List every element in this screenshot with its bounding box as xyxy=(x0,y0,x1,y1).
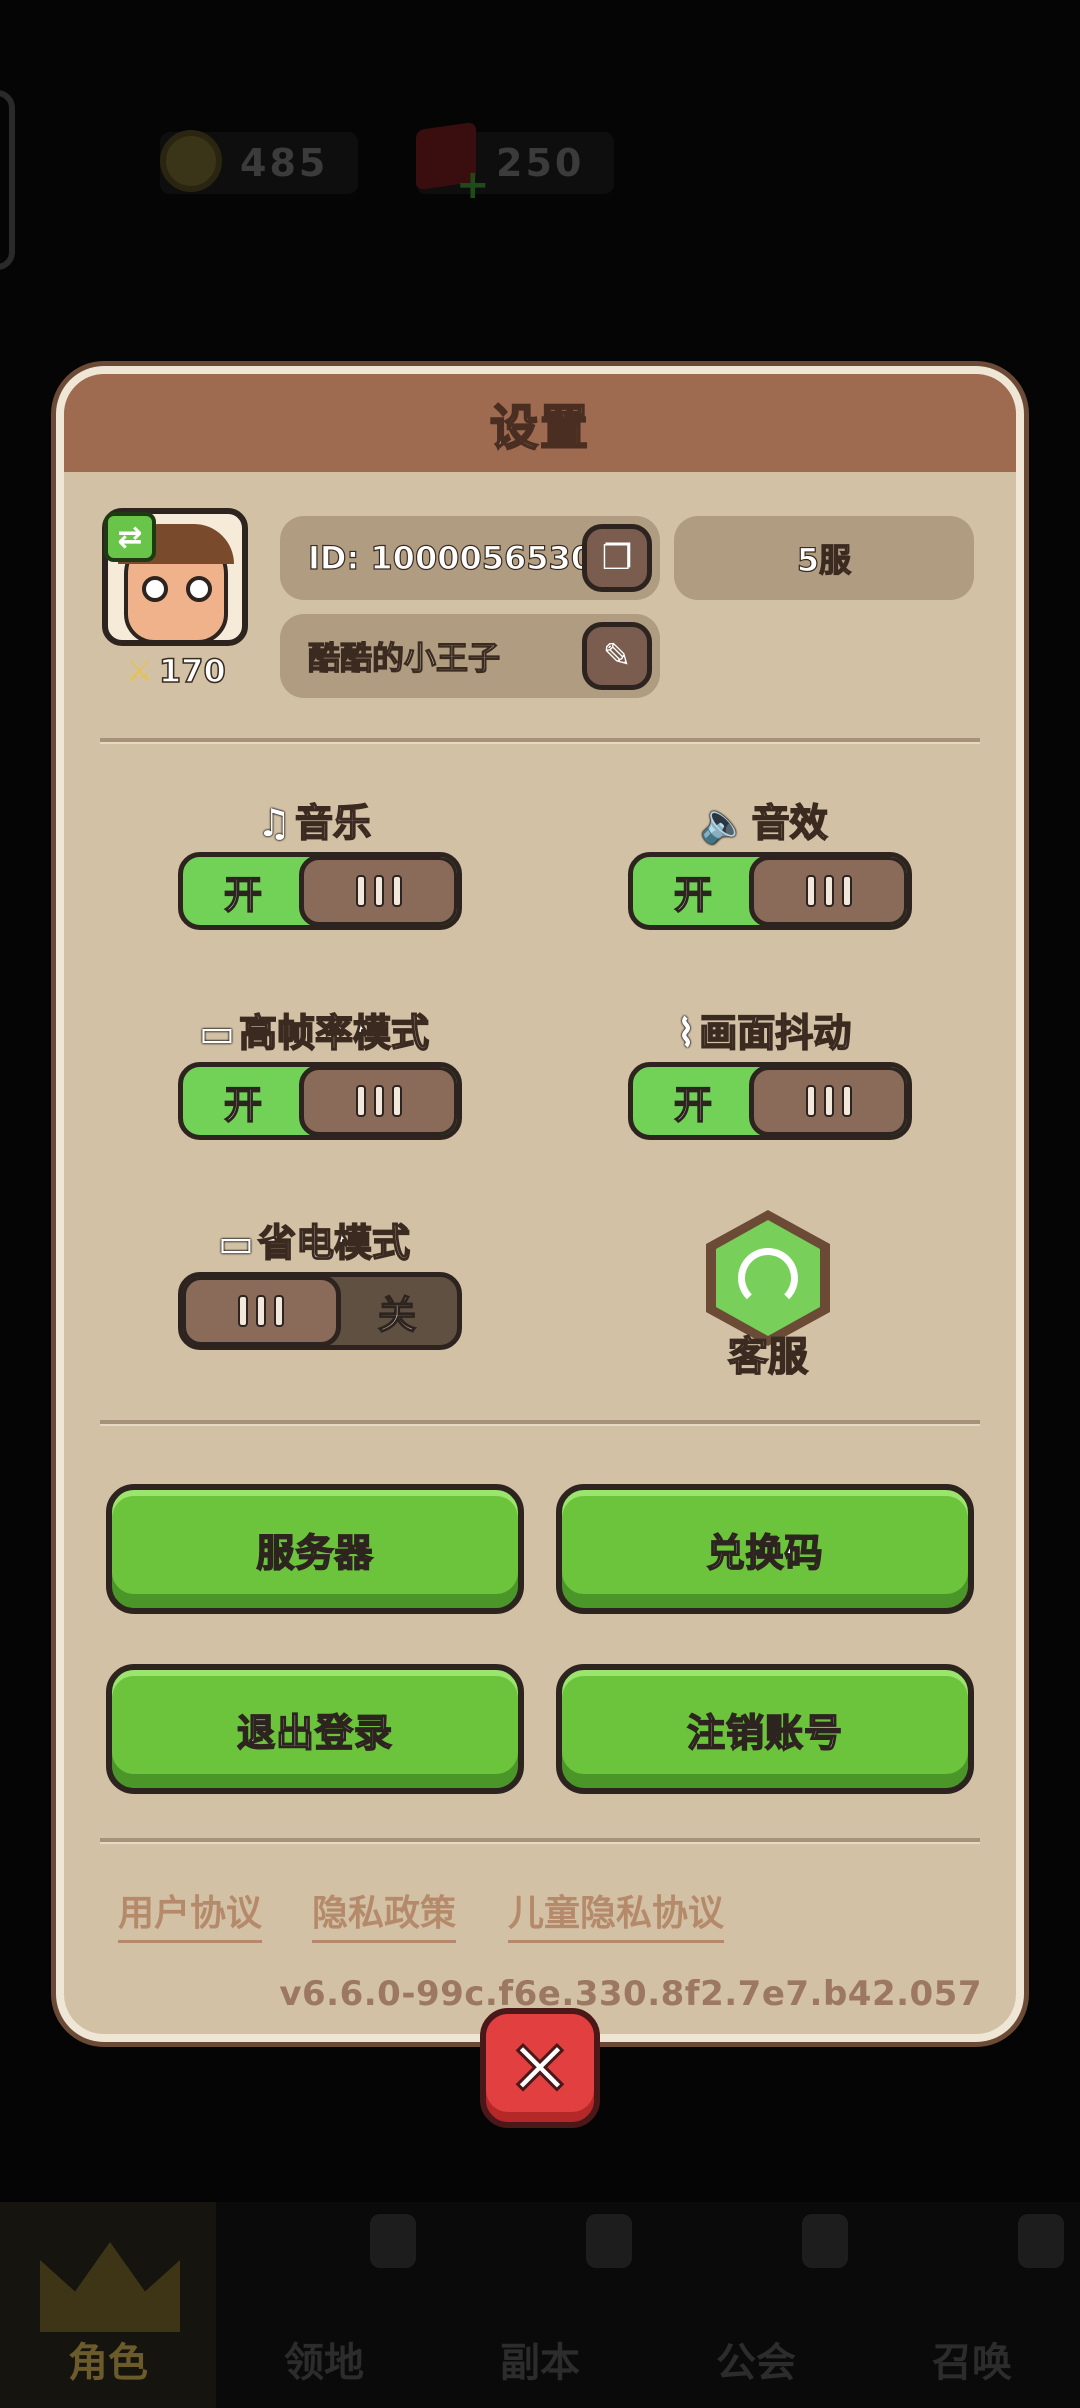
toggle-state: 开 xyxy=(673,1082,713,1128)
customer-service-label: 客服 xyxy=(727,1333,809,1381)
redeem-code-button[interactable]: 兑换码 xyxy=(556,1484,974,1614)
laptop-icon: ▭ xyxy=(199,1011,235,1055)
close-button[interactable]: ✕ xyxy=(480,2008,600,2128)
toggle-knob[interactable] xyxy=(299,857,457,925)
high-fps-toggle[interactable]: 开 xyxy=(178,1062,462,1140)
crossed-swords-icon: ⚔ xyxy=(126,653,153,689)
player-id: ID: 1000056530 xyxy=(307,538,594,577)
server-name: 5服 xyxy=(796,540,852,579)
divider xyxy=(100,1838,980,1844)
battery-icon: ▭ xyxy=(218,1221,254,1265)
toggle-knob[interactable] xyxy=(183,1277,341,1345)
tab-territory[interactable]: 领地 xyxy=(216,2202,432,2408)
divider xyxy=(100,1420,980,1426)
user-agreement-link[interactable]: 用户协议 xyxy=(118,1884,263,1943)
toggle-state: 开 xyxy=(223,872,263,918)
tab-dungeon[interactable]: 副本 xyxy=(432,2202,648,2408)
gem-counter[interactable]: + 250 xyxy=(416,121,615,208)
dialog-title: 设置 xyxy=(489,399,590,457)
side-panel-edge xyxy=(0,90,15,270)
crown-icon xyxy=(40,2242,180,2332)
tab-summon[interactable]: 召唤 xyxy=(864,2202,1080,2408)
server-button[interactable]: 服务器 xyxy=(106,1484,524,1614)
tab-label: 副本 xyxy=(500,2340,580,2386)
tab-character[interactable]: 角色 xyxy=(0,2202,216,2408)
sfx-label: 🔈 音效 xyxy=(700,800,828,846)
lock-icon xyxy=(802,2214,848,2268)
toggle-knob[interactable] xyxy=(749,1067,907,1135)
coin-counter: 485 xyxy=(160,130,359,196)
coin-icon xyxy=(160,130,222,192)
player-id-field: ID: 1000056530 ❐ xyxy=(280,516,660,600)
divider xyxy=(100,738,980,744)
add-gems-icon[interactable]: + xyxy=(456,162,490,208)
nickname: 酷酷的小王子 xyxy=(307,638,501,677)
toggle-state: 开 xyxy=(673,872,713,918)
vibrate-icon: ⌇ xyxy=(676,1011,696,1055)
lock-icon xyxy=(586,2214,632,2268)
swap-avatar-icon[interactable]: ⇄ xyxy=(104,512,156,562)
tab-label: 公会 xyxy=(716,2340,796,2386)
music-note-icon: ♫ xyxy=(256,801,292,845)
headset-icon xyxy=(716,1220,820,1336)
power-value: 170 xyxy=(158,651,226,691)
tab-guild[interactable]: 公会 xyxy=(648,2202,864,2408)
dialog-header: 设置 xyxy=(64,374,1016,472)
toggle-state: 开 xyxy=(223,1082,263,1128)
music-label: ♫ 音乐 xyxy=(256,800,372,846)
power-save-toggle[interactable]: 关 xyxy=(178,1272,462,1350)
version-text: v6.6.0-99c.f6e.330.8f2.7e7.b42.057 xyxy=(279,1974,982,2014)
tab-label: 召唤 xyxy=(932,2340,1012,2386)
toggle-state: 关 xyxy=(377,1292,417,1338)
child-privacy-link[interactable]: 儿童隐私协议 xyxy=(508,1884,725,1943)
speaker-icon: 🔈 xyxy=(700,801,748,845)
bottom-nav: 角色 领地 副本 公会 召唤 xyxy=(0,2202,1080,2408)
settings-dialog: 设置 ⇄ ⚔ 170 ID: 1000056530 ❐ 5服 酷酷的小王子 ✎ … xyxy=(56,366,1024,2042)
delete-account-button[interactable]: 注销账号 xyxy=(556,1664,974,1794)
lock-icon xyxy=(1018,2214,1064,2268)
high-fps-label: ▭ 高帧率模式 xyxy=(199,1010,430,1056)
logout-button[interactable]: 退出登录 xyxy=(106,1664,524,1794)
nickname-field: 酷酷的小王子 ✎ xyxy=(280,614,660,698)
toggle-knob[interactable] xyxy=(299,1067,457,1135)
copy-icon[interactable]: ❐ xyxy=(582,524,652,592)
avatar-eye xyxy=(142,576,168,602)
screen-shake-label: ⌇ 画面抖动 xyxy=(676,1010,852,1056)
edit-icon[interactable]: ✎ xyxy=(582,622,652,690)
server-badge: 5服 xyxy=(674,516,974,600)
sfx-toggle[interactable]: 开 xyxy=(628,852,912,930)
lock-icon xyxy=(370,2214,416,2268)
privacy-policy-link[interactable]: 隐私政策 xyxy=(312,1884,457,1943)
tab-label: 角色 xyxy=(68,2340,148,2386)
music-toggle[interactable]: 开 xyxy=(178,852,462,930)
avatar-eye xyxy=(186,576,212,602)
power-rating: ⚔ 170 xyxy=(126,651,226,691)
tab-label: 领地 xyxy=(284,2340,364,2386)
toggle-knob[interactable] xyxy=(749,857,907,925)
screen-shake-toggle[interactable]: 开 xyxy=(628,1062,912,1140)
power-save-label: ▭ 省电模式 xyxy=(218,1220,411,1266)
